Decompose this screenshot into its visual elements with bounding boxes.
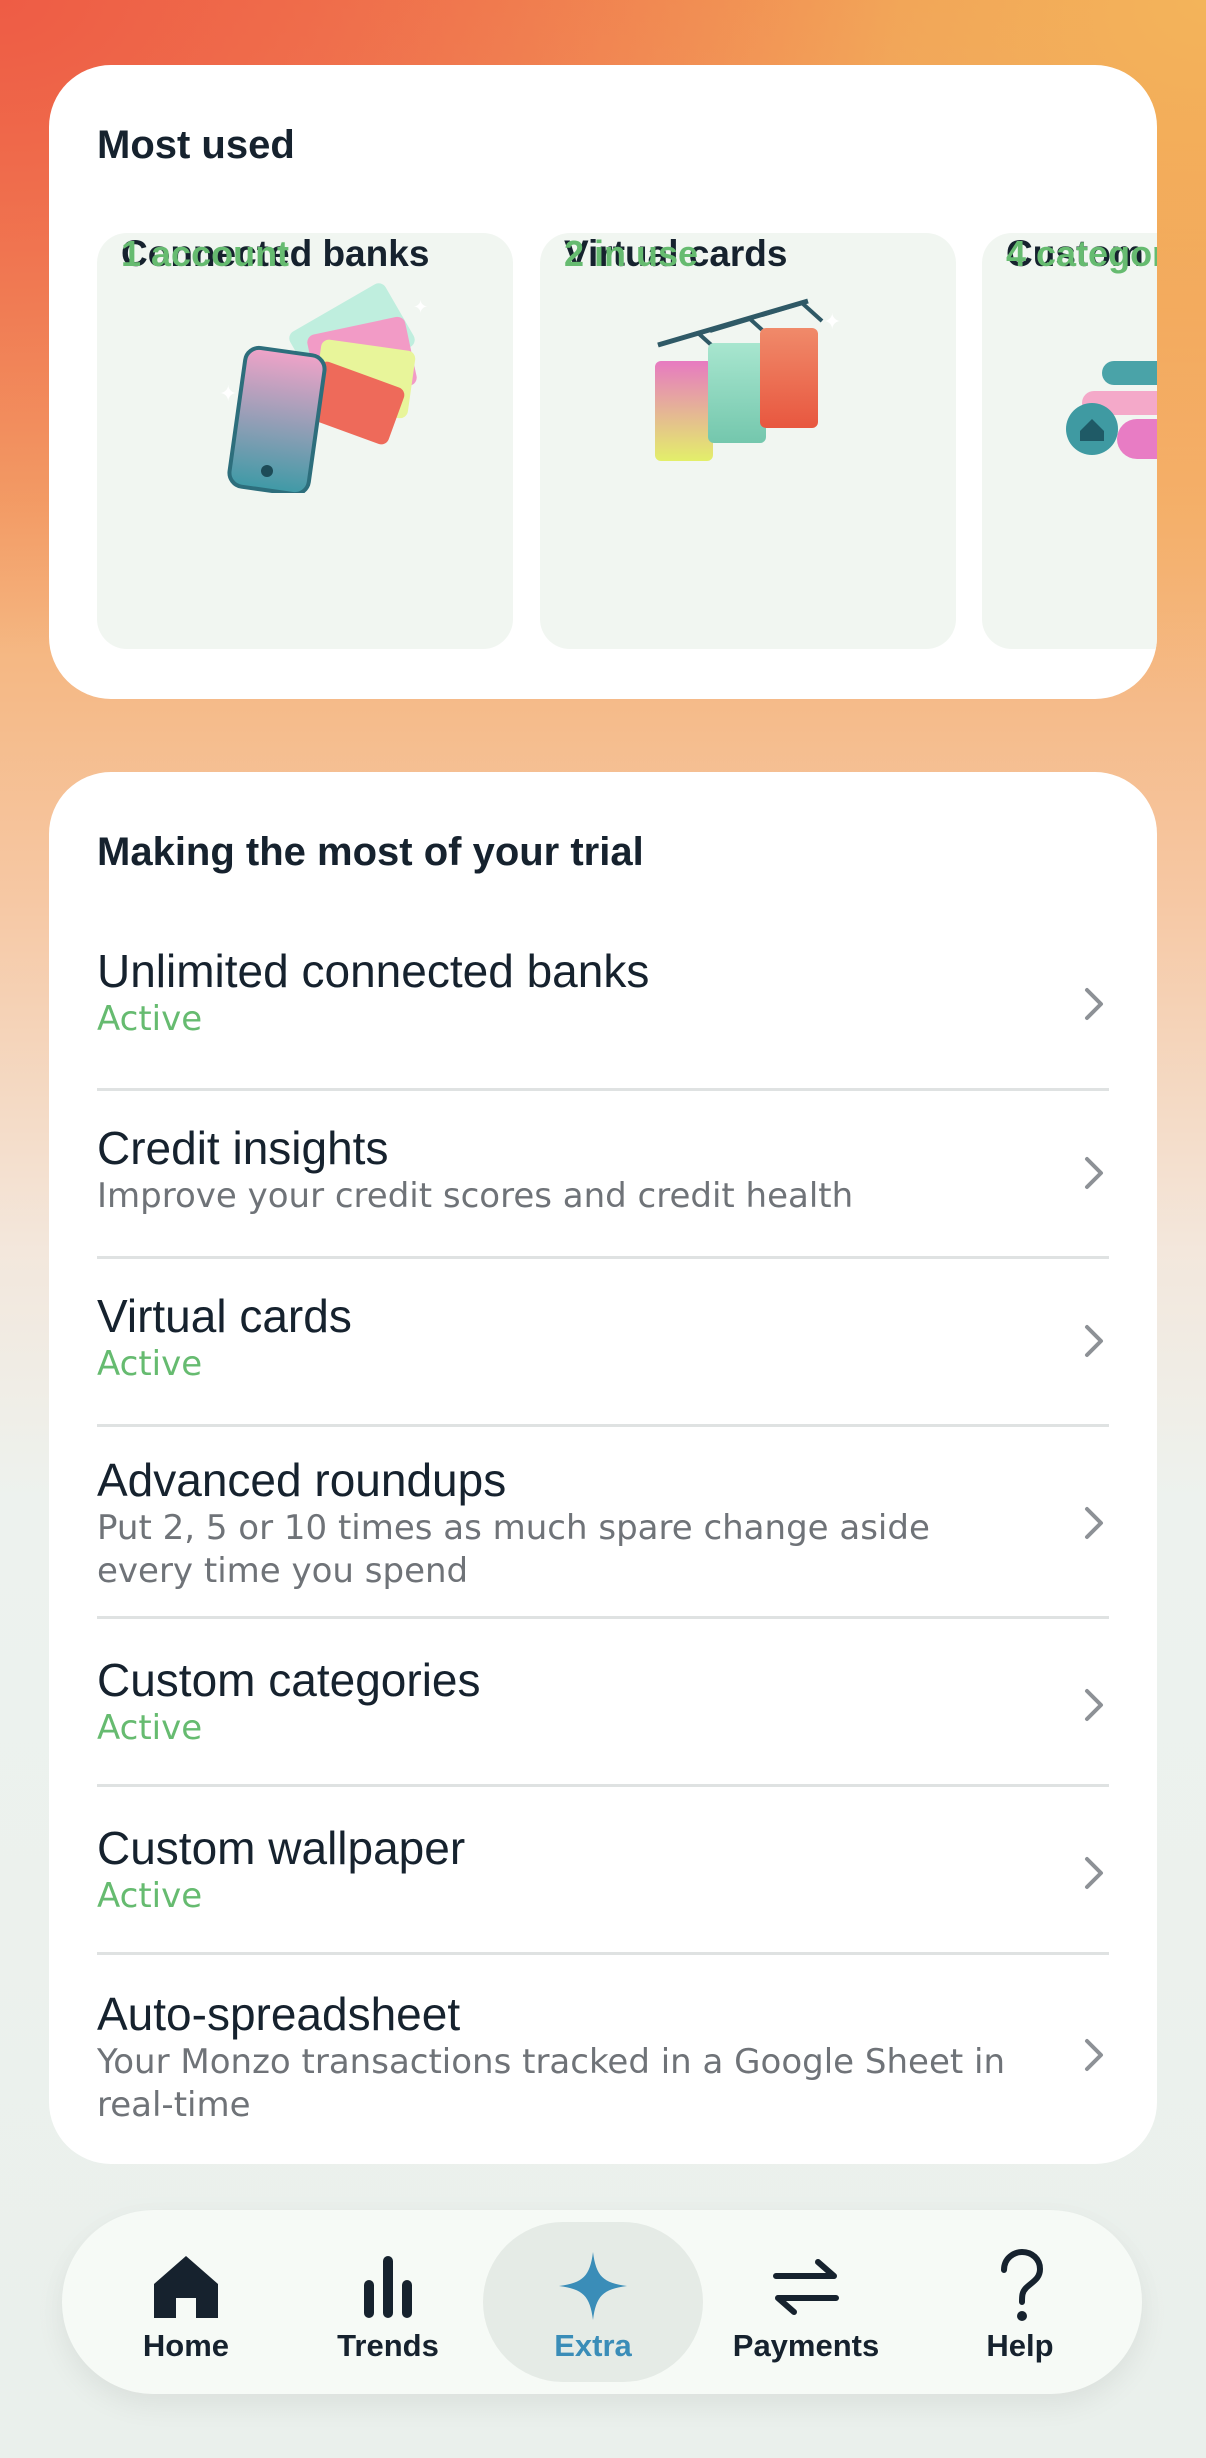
nav-help[interactable]: Help: [920, 2210, 1120, 2394]
chevron-right-icon: [1085, 2039, 1103, 2071]
list-item-subtitle: Your Monzo transactions tracked in a Goo…: [97, 2042, 1005, 2125]
tile-custom-categories[interactable]: Custom categories 4 categories: [982, 233, 1157, 649]
chevron-right-icon: [1085, 1507, 1103, 1539]
svg-text:✦: ✦: [413, 297, 428, 318]
list-item-auto-spreadsheet[interactable]: Auto-spreadsheet Your Monzo transactions…: [97, 1955, 1109, 2145]
list-item-title: Advanced roundups: [97, 1454, 507, 1506]
list-item-status: Active: [97, 1344, 203, 1384]
nav-trends[interactable]: Trends: [288, 2210, 488, 2394]
sparkle-icon: [559, 2252, 627, 2320]
list-item-subtitle: Put 2, 5 or 10 times as much spare chang…: [97, 1508, 930, 1591]
question-icon: [1001, 2248, 1044, 2321]
chevron-right-icon: [1085, 1157, 1103, 1189]
tile-virtual-cards[interactable]: ✦ Virtual cards 2 in use: [540, 233, 956, 649]
bar-chart-icon: [364, 2256, 412, 2318]
list-item-advanced-roundups[interactable]: Advanced roundups Put 2, 5 or 10 times a…: [97, 1427, 1109, 1619]
list-item-custom-wallpaper[interactable]: Custom wallpaper Active: [97, 1787, 1109, 1955]
swap-arrows-icon: [773, 2259, 839, 2315]
list-item-status: Active: [97, 1708, 203, 1748]
nav-label: Payments: [732, 2328, 880, 2363]
list-item-title: Auto-spreadsheet: [97, 1988, 461, 2040]
nav-label: Trends: [337, 2328, 439, 2363]
list-item-title: Credit insights: [97, 1122, 389, 1174]
chevron-right-icon: [1085, 1857, 1103, 1889]
list-item-status: Active: [97, 1876, 203, 1916]
chevron-right-icon: [1085, 988, 1103, 1020]
trial-feature-list: Unlimited connected banks Active Credit …: [97, 924, 1109, 2145]
nav-label: Extra: [554, 2328, 632, 2363]
tile-connected-banks[interactable]: ✦ ✦ Connected banks 1 account: [97, 233, 513, 649]
home-icon: [154, 2256, 218, 2318]
most-used-carousel[interactable]: ✦ ✦ Connected banks 1 account ✦ Virtual …: [97, 233, 1157, 649]
nav-payments[interactable]: Payments: [706, 2210, 906, 2394]
list-item-custom-categories[interactable]: Custom categories Active: [97, 1619, 1109, 1787]
nav-label: Help: [986, 2328, 1054, 2363]
chevron-right-icon: [1085, 1325, 1103, 1357]
svg-text:✦: ✦: [823, 310, 841, 335]
nav-label: Home: [142, 2328, 230, 2363]
trial-card: Making the most of your trial Unlimited …: [49, 772, 1157, 2164]
list-item-subtitle: Improve your credit scores and credit he…: [97, 1176, 854, 1216]
list-item-title: Custom categories: [97, 1654, 481, 1706]
chevron-right-icon: [1085, 1689, 1103, 1721]
list-item-virtual-cards[interactable]: Virtual cards Active: [97, 1259, 1109, 1427]
trial-title: Making the most of your trial: [97, 830, 644, 874]
list-item-unlimited-connected-banks[interactable]: Unlimited connected banks Active: [97, 924, 1109, 1091]
list-item-status: Active: [97, 999, 203, 1039]
list-item-title: Custom wallpaper: [97, 1822, 466, 1874]
list-item-credit-insights[interactable]: Credit insights Improve your credit scor…: [97, 1091, 1109, 1259]
nav-home[interactable]: Home: [86, 2210, 286, 2394]
svg-text:✦: ✦: [219, 382, 237, 407]
tile-subtitle: 2 in use: [564, 233, 699, 274]
list-item-title: Virtual cards: [97, 1290, 352, 1342]
list-item-title: Unlimited connected banks: [97, 945, 650, 997]
tile-subtitle: 4 categories: [1006, 233, 1157, 274]
bottom-nav: Home Trends Extra Payments Help: [62, 2210, 1142, 2394]
most-used-title: Most used: [97, 123, 295, 167]
most-used-card: Most used ✦ ✦ Connected banks 1 account: [49, 65, 1157, 699]
tile-subtitle: 1 account: [121, 233, 290, 274]
nav-extra[interactable]: Extra: [493, 2210, 693, 2394]
